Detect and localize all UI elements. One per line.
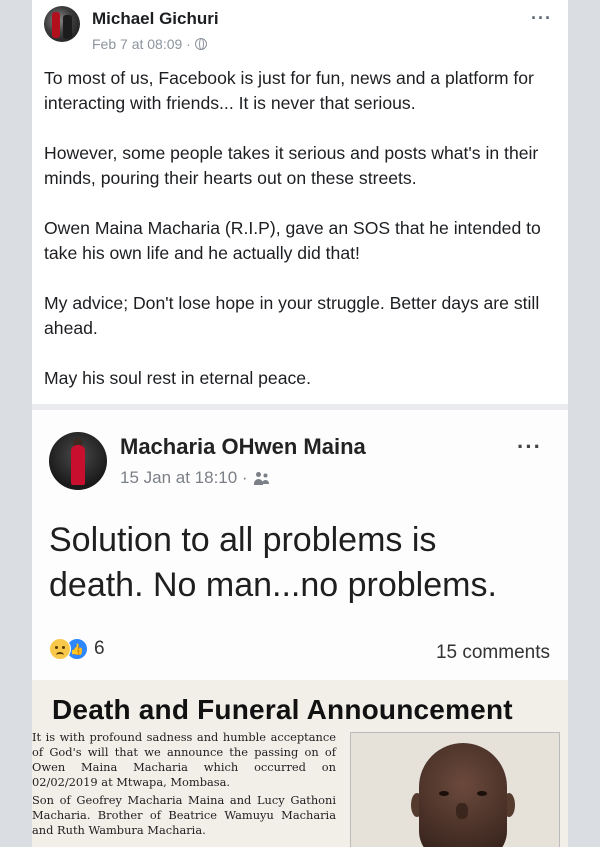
shared-author-name: Macharia OHwen Maina [120, 434, 366, 459]
shared-post-timestamp: 15 Jan at 18:10 · [120, 468, 248, 487]
shared-status-text: Solution to all problems is death. No ma… [49, 518, 549, 608]
announcement-paragraph: It is with profound sadness and humble a… [32, 730, 336, 789]
shared-more-icon: ··· [517, 434, 542, 459]
more-options-button[interactable]: ··· [531, 8, 552, 29]
post-body: To most of us, Facebook is just for fun,… [44, 66, 560, 416]
shared-author-avatar [49, 432, 107, 490]
author-avatar[interactable] [44, 6, 80, 42]
deceased-photo [350, 732, 560, 847]
sad-reaction-icon [49, 638, 71, 660]
post-meta: Feb 7 at 08:09 · [92, 36, 207, 52]
announcement-title: Death and Funeral Announcement [52, 694, 513, 725]
post-card: Michael Gichuri Feb 7 at 08:09 · ··· To … [32, 0, 568, 847]
announcement-paragraph: Son of Geofrey Macharia Maina and Lucy G… [32, 793, 336, 837]
comments-count: 15 comments [435, 642, 550, 663]
announcement-body: It is with profound sadness and humble a… [32, 730, 336, 841]
post-paragraph: My advice; Don't lose hope in your strug… [44, 293, 540, 338]
status-line: death. No man...no problems. [49, 566, 497, 604]
reaction-count: 6 [94, 638, 105, 659]
status-line: Solution to all problems is [49, 521, 437, 559]
reactions-bar: 👍 6 [49, 638, 105, 660]
friends-icon [253, 471, 270, 485]
globe-icon [194, 38, 207, 50]
shared-screenshot[interactable]: Macharia OHwen Maina 15 Jan at 18:10 · ·… [32, 404, 568, 847]
funeral-announcement-clipping: Death and Funeral Announcement It is wit… [32, 680, 568, 847]
post-paragraph: Owen Maina Macharia (R.I.P), gave an SOS… [44, 218, 541, 263]
shared-post-meta: 15 Jan at 18:10 · [120, 468, 270, 488]
post-paragraph: However, some people takes it serious an… [44, 143, 539, 188]
post-paragraph: May his soul rest in eternal peace. [44, 368, 311, 388]
post-timestamp[interactable]: Feb 7 at 08:09 · [92, 36, 191, 52]
author-name[interactable]: Michael Gichuri [92, 9, 219, 29]
post-paragraph: To most of us, Facebook is just for fun,… [44, 68, 534, 113]
